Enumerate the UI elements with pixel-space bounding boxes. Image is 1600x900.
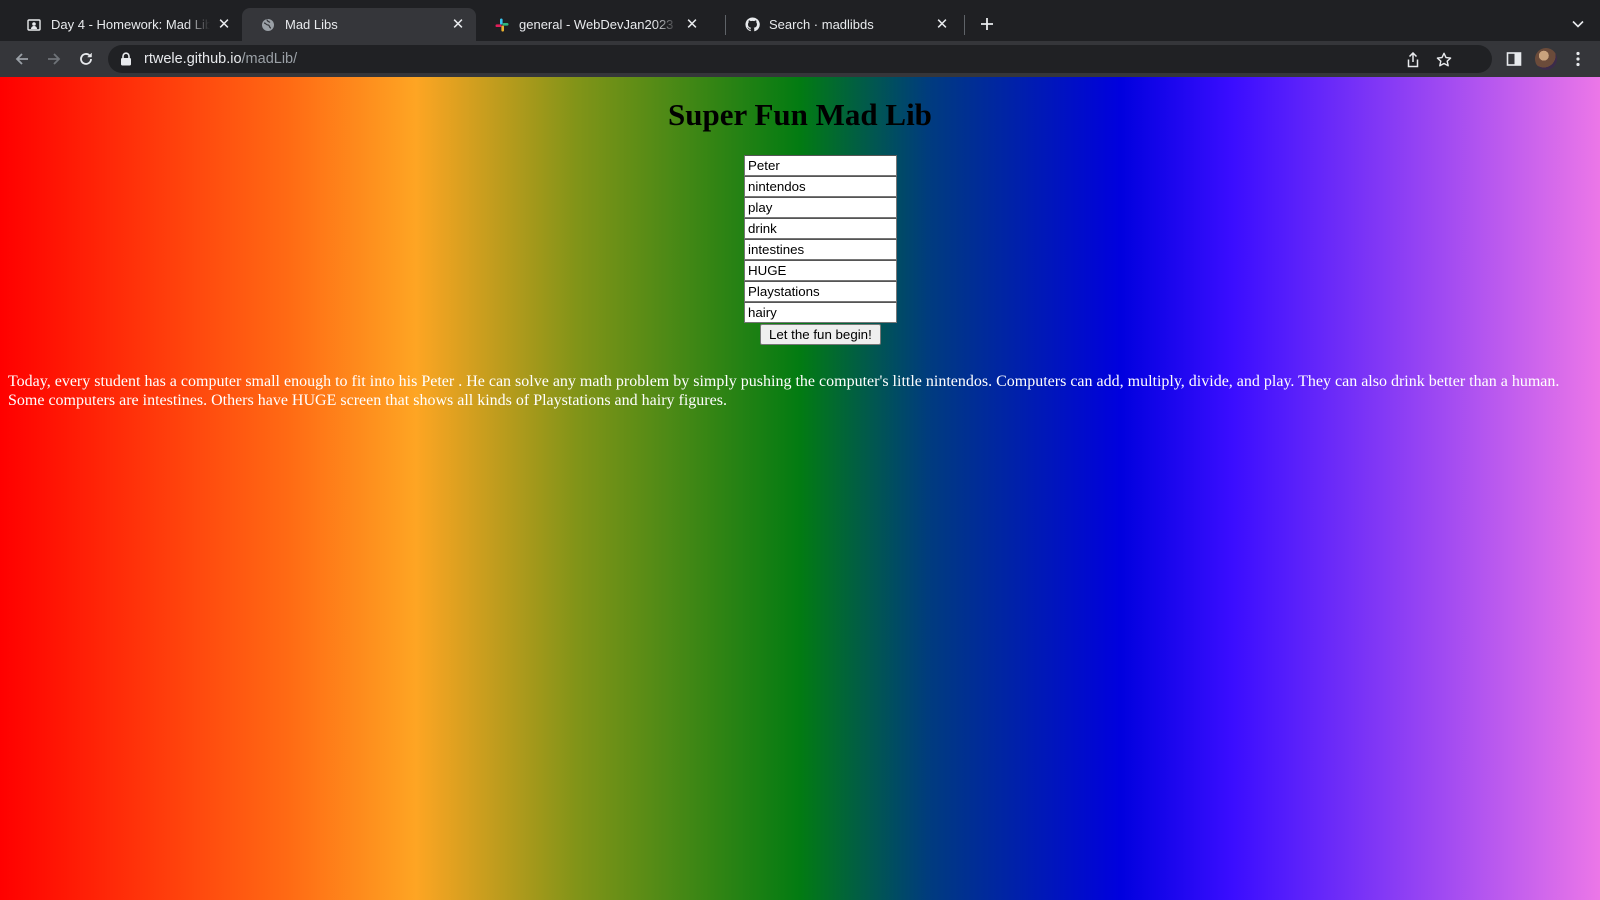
tab-homework[interactable]: Day 4 - Homework: Mad Libs p ✕	[8, 8, 242, 41]
close-icon[interactable]: ✕	[216, 17, 232, 33]
url-path: /madLib/	[241, 51, 298, 67]
address-bar[interactable]: rtwele.github.io/madLib/	[108, 45, 1492, 73]
close-icon[interactable]: ✕	[934, 17, 950, 33]
close-icon[interactable]: ✕	[684, 17, 700, 33]
story-text: Today, every student has a computer smal…	[8, 373, 1560, 409]
word-input-7[interactable]	[744, 281, 897, 302]
word-input-2[interactable]	[744, 176, 897, 197]
tab-title: Day 4 - Homework: Mad Libs p	[51, 17, 210, 32]
github-icon	[744, 17, 760, 33]
new-tab-button[interactable]	[976, 13, 998, 35]
browser-toolbar: rtwele.github.io/madLib/	[0, 41, 1600, 77]
word-input-8[interactable]	[744, 302, 897, 323]
word-input-4[interactable]	[744, 218, 897, 239]
tab-mad-libs[interactable]: Mad Libs ✕	[242, 8, 476, 41]
mad-lib-form: Let the fun begin!	[744, 155, 898, 345]
side-panel-icon	[1506, 52, 1522, 66]
avatar	[1535, 48, 1557, 70]
word-input-3[interactable]	[744, 197, 897, 218]
word-input-6[interactable]	[744, 260, 897, 281]
reload-icon	[80, 53, 92, 65]
tab-github-search[interactable]: Search · madlibds ✕	[726, 8, 960, 41]
word-input-5[interactable]	[744, 239, 897, 260]
page-title: Super Fun Mad Lib	[668, 97, 932, 132]
tab-title: general - WebDevJan2023 - 5	[519, 17, 678, 32]
back-arrow-icon	[15, 53, 28, 65]
forward-arrow-icon	[48, 53, 61, 65]
profile-button[interactable]	[1534, 47, 1558, 71]
bookmark-star-icon[interactable]	[1436, 52, 1452, 68]
lock-icon	[120, 52, 134, 66]
tab-separator	[964, 15, 965, 35]
menu-button[interactable]	[1566, 47, 1590, 71]
word-input-1[interactable]	[744, 155, 897, 176]
side-panel-button[interactable]	[1502, 47, 1526, 71]
tab-title: Mad Libs	[285, 17, 338, 32]
url-host: rtwele.github.io	[144, 51, 242, 67]
tab-strip: Day 4 - Homework: Mad Libs p ✕ Mad Libs …	[0, 0, 1600, 41]
submit-button[interactable]: Let the fun begin!	[760, 324, 881, 345]
classroom-icon	[26, 17, 42, 33]
tab-slack-general[interactable]: general - WebDevJan2023 - 5 ✕	[476, 8, 710, 41]
kebab-menu-icon	[1576, 51, 1580, 67]
close-icon[interactable]: ✕	[450, 17, 466, 33]
forward-button[interactable]	[42, 47, 66, 71]
page-viewport: Super Fun Mad Lib Let the fun begin! Tod…	[0, 77, 1600, 900]
share-icon[interactable]	[1405, 52, 1421, 68]
tab-title: Search · madlibds	[769, 17, 874, 32]
globe-icon	[260, 17, 276, 33]
reload-button[interactable]	[74, 47, 98, 71]
back-button[interactable]	[10, 47, 34, 71]
tab-search-chevron-icon[interactable]	[1568, 14, 1588, 34]
slack-icon	[494, 17, 510, 33]
url-text: rtwele.github.io/madLib/	[144, 51, 297, 67]
